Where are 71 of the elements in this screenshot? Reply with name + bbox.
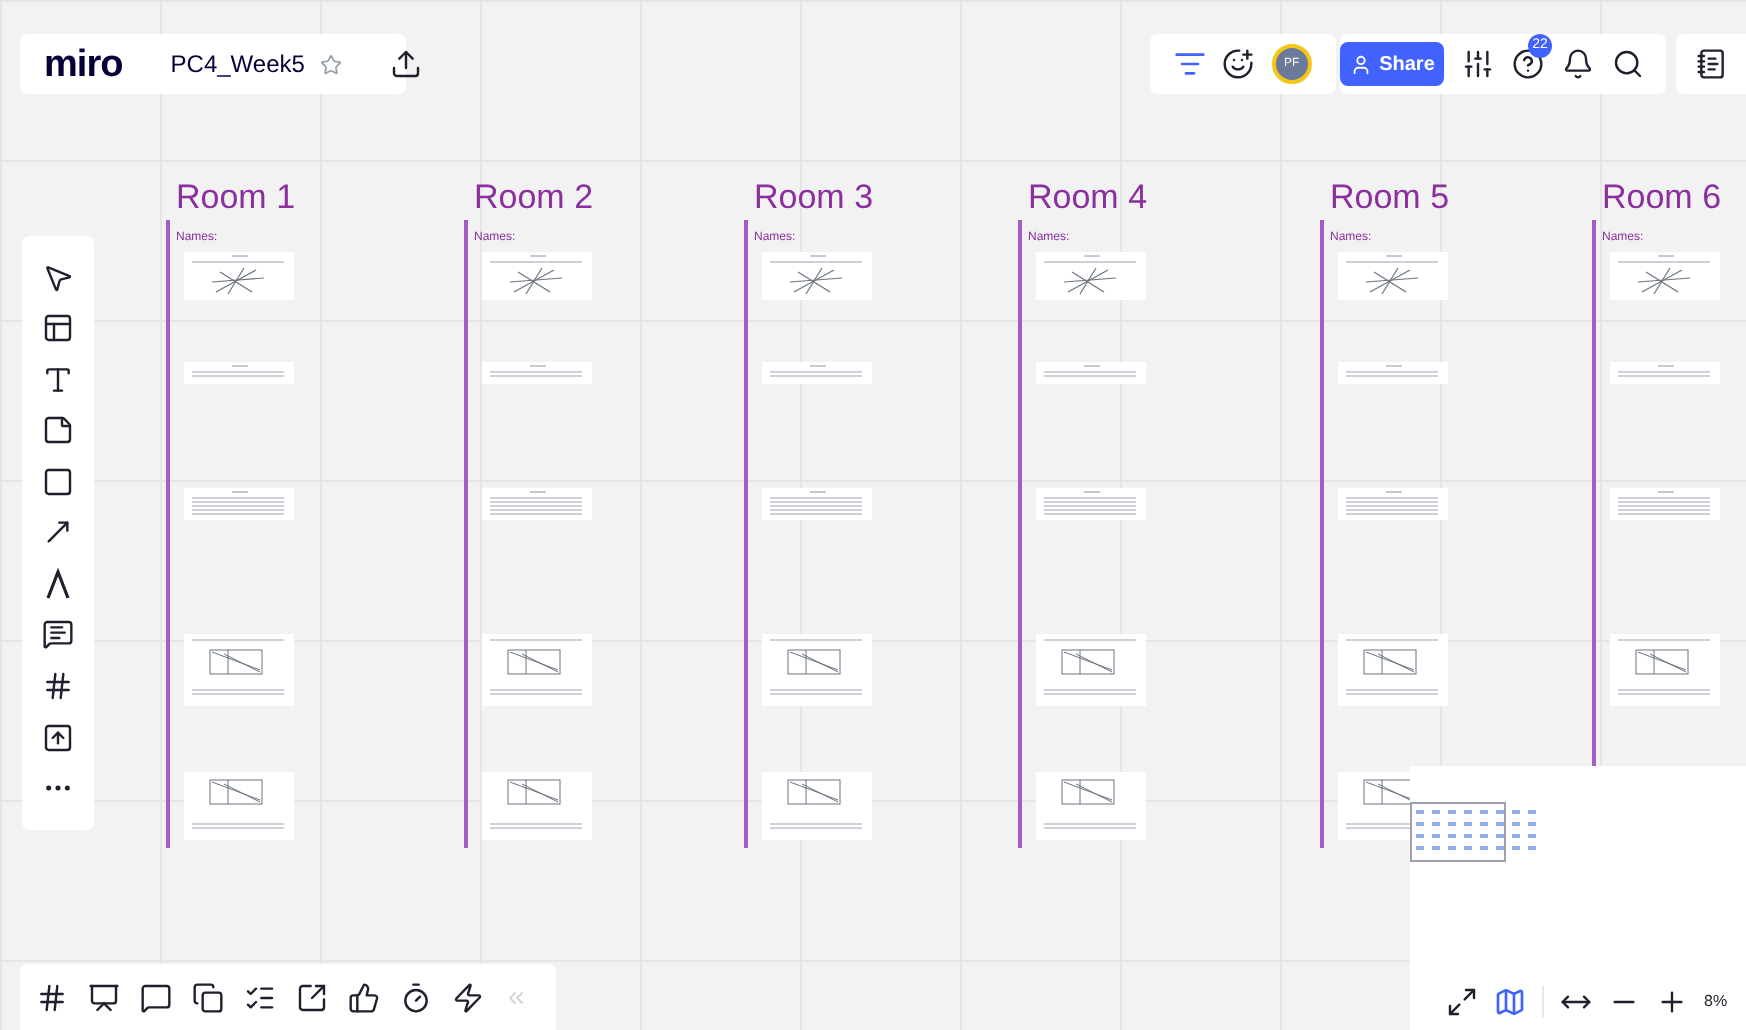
share-screen-icon[interactable] [296,981,328,1013]
zoom-level: 8% [1704,990,1728,1014]
slide-thumbnail [1610,362,1720,384]
slide-thumbnail [1036,772,1146,840]
slide-thumbnail [1338,252,1448,300]
frame-icon[interactable] [42,670,74,703]
slide-thumbnail [184,362,294,384]
slide-thumbnail [184,772,294,840]
slide-thumbnail [762,634,872,706]
slide-thumbnail [184,252,294,300]
slide-thumbnail [762,362,872,384]
slide-thumbnail [482,772,592,840]
shape-icon[interactable] [42,465,74,498]
room-title: Room 4 [1028,176,1148,220]
slide-thumbnail [184,488,294,520]
room-title: Room 5 [1330,176,1450,220]
slide-thumbnail [1338,488,1448,520]
slide-thumbnail [1338,634,1448,706]
slide-thumbnail [482,252,592,300]
map-icon[interactable] [1494,986,1526,1018]
notes-icon[interactable] [1695,48,1727,80]
slide-thumbnail [1610,634,1720,706]
slide-thumbnail [482,488,592,520]
slide-thumbnail [1338,362,1448,384]
frames-icon[interactable] [36,981,68,1013]
expand-icon[interactable] [1446,986,1478,1018]
templates-icon[interactable] [42,312,74,345]
list-icon[interactable] [244,981,276,1013]
slide-thumbnail [482,634,592,706]
slide-thumbnail [1610,488,1720,520]
board-title[interactable]: PC4_Week5 [170,46,305,82]
minimap-preview [1410,802,1542,862]
comment-icon[interactable] [42,618,74,651]
slide-thumbnail [762,488,872,520]
comments-icon[interactable] [140,981,172,1013]
sticky-note-icon[interactable] [42,414,74,447]
room-title: Room 6 [1602,176,1722,220]
star-icon[interactable] [320,53,343,75]
arrow-icon[interactable] [42,516,74,549]
filter-icon[interactable] [1174,48,1207,80]
slide-thumbnail [1036,362,1146,384]
zoom-in-icon[interactable] [1656,986,1688,1018]
emoji-plus-icon[interactable] [1222,48,1255,80]
slide-thumbnail [762,772,872,840]
slide-thumbnail [1610,252,1720,300]
share-button[interactable]: Share [1340,42,1444,86]
thumbs-up-icon[interactable] [348,981,380,1013]
slide-thumbnail [1036,634,1146,706]
user-icon [1349,53,1372,75]
upload-icon[interactable] [390,48,423,80]
timer-icon[interactable] [400,981,432,1013]
slide-thumbnail [1036,252,1146,300]
room-title: Room 1 [176,176,296,220]
room-title: Room 3 [754,176,874,220]
pen-icon[interactable] [42,567,74,600]
room-title: Room 2 [474,176,594,220]
miro-logo[interactable]: miro [44,45,123,83]
slide-thumbnail [482,362,592,384]
bell-icon[interactable] [1562,48,1594,80]
cards-icon[interactable] [192,981,224,1013]
slide-thumbnail [1036,488,1146,520]
sliders-icon[interactable] [1462,48,1494,80]
slide-thumbnail [762,252,872,300]
text-icon[interactable] [42,363,74,396]
slide-thumbnail [184,634,294,706]
upload-icon[interactable] [42,721,74,754]
select-cursor-icon[interactable] [42,261,74,294]
lightning-icon[interactable] [452,981,484,1013]
help-icon[interactable] [1512,48,1544,80]
presentation-icon[interactable] [88,981,120,1013]
search-icon[interactable] [1612,48,1644,80]
